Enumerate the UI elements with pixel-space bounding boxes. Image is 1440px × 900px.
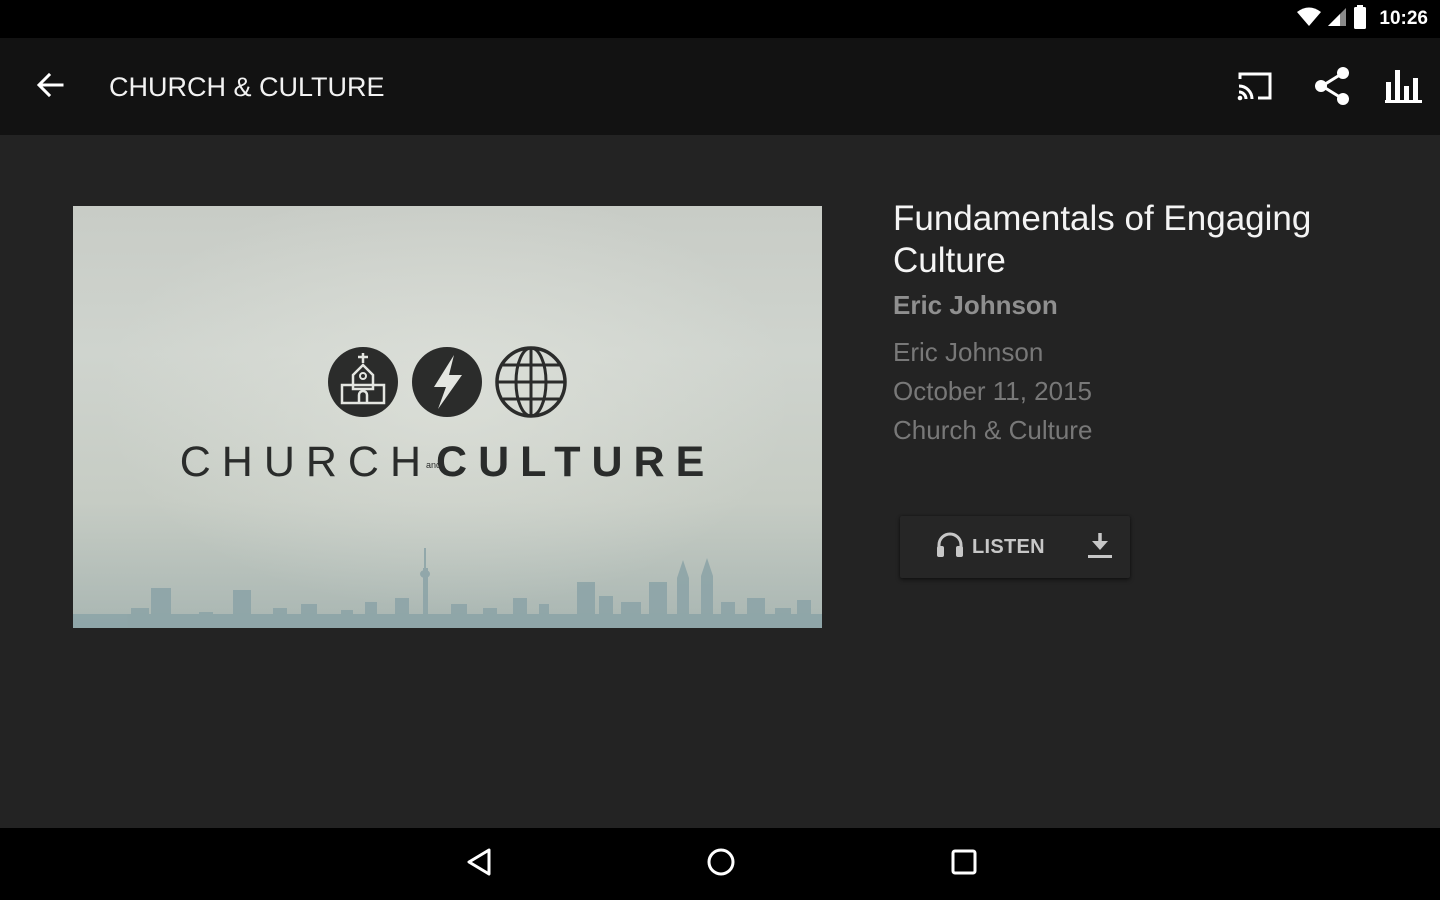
nav-home-icon (706, 847, 736, 882)
meta-series: Church & Culture (893, 415, 1093, 445)
wordmark-church: CHURCH (179, 438, 433, 486)
nav-home-button[interactable] (691, 840, 751, 888)
app-title: CHURCH & CULTURE (109, 72, 385, 102)
nav-recents-button[interactable] (934, 840, 994, 888)
cast-button[interactable] (1229, 62, 1281, 114)
share-icon (1313, 66, 1351, 111)
lightning-bolt-icon (412, 347, 482, 417)
status-time: 10:26 (1379, 8, 1428, 29)
listen-label: LISTEN (972, 535, 1045, 558)
meta-date: October 11, 2015 (893, 376, 1092, 406)
status-icons: 10:26 (1297, 0, 1428, 38)
status-bar: 10:26 (0, 0, 1440, 38)
download-button[interactable] (1076, 524, 1124, 570)
artwork-icons (328, 346, 567, 418)
system-nav-bar (0, 828, 1440, 900)
wifi-icon (1297, 7, 1322, 32)
artwork-wordmark: CHURCHandCULTURE (73, 438, 822, 487)
sermon-details: Fundamentals of Engaging Culture Eric Jo… (893, 198, 1393, 450)
download-icon (1087, 531, 1113, 564)
meta-speaker: Eric Johnson (893, 337, 1044, 367)
back-arrow-icon (36, 71, 64, 104)
bar-chart-icon (1385, 68, 1423, 109)
wordmark-and: and (426, 459, 442, 470)
share-button[interactable] (1306, 62, 1358, 114)
app-bar: CHURCH & CULTURE (0, 38, 1440, 135)
stats-button[interactable] (1378, 62, 1430, 114)
city-skyline (73, 548, 822, 628)
headphones-icon (936, 532, 964, 563)
content-area: CHURCHandCULTURE Fundamentals of Engagin… (0, 135, 1440, 828)
nav-back-button[interactable] (449, 840, 509, 888)
wordmark-culture: CULTURE (436, 438, 716, 486)
back-button[interactable] (22, 64, 78, 110)
church-icon (328, 347, 398, 417)
sermon-title: Fundamentals of Engaging Culture (893, 199, 1312, 280)
media-actions-card: LISTEN (900, 516, 1130, 578)
cast-icon (1236, 70, 1274, 107)
cell-signal-icon (1327, 7, 1347, 32)
battery-icon (1353, 4, 1367, 34)
listen-button[interactable]: LISTEN (900, 516, 1060, 578)
sermon-artwork: CHURCHandCULTURE (73, 206, 822, 628)
sermon-speaker: Eric Johnson (893, 290, 1058, 320)
globe-icon (495, 346, 567, 418)
nav-recents-icon (950, 848, 978, 881)
nav-back-icon (465, 847, 493, 882)
